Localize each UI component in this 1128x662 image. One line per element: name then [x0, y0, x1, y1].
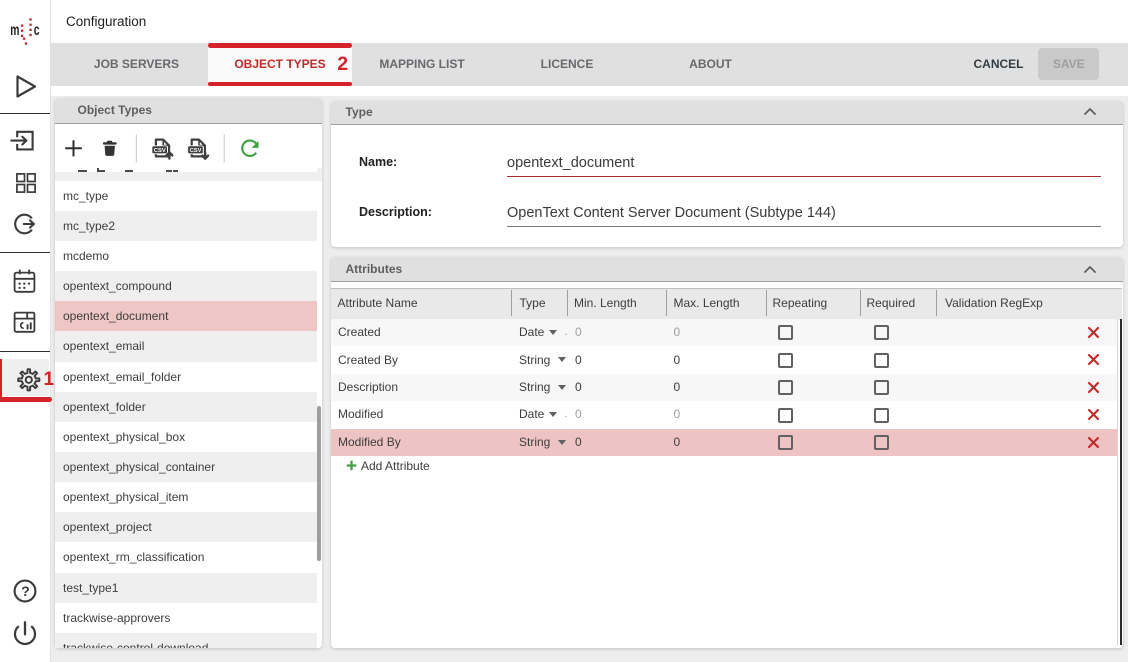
svg-text:CSV: CSV: [189, 148, 201, 154]
svg-text:CSV: CSV: [153, 148, 165, 154]
svg-text:c: c: [34, 22, 40, 39]
svg-text:m: m: [10, 22, 19, 39]
svg-text:?: ?: [21, 583, 30, 599]
